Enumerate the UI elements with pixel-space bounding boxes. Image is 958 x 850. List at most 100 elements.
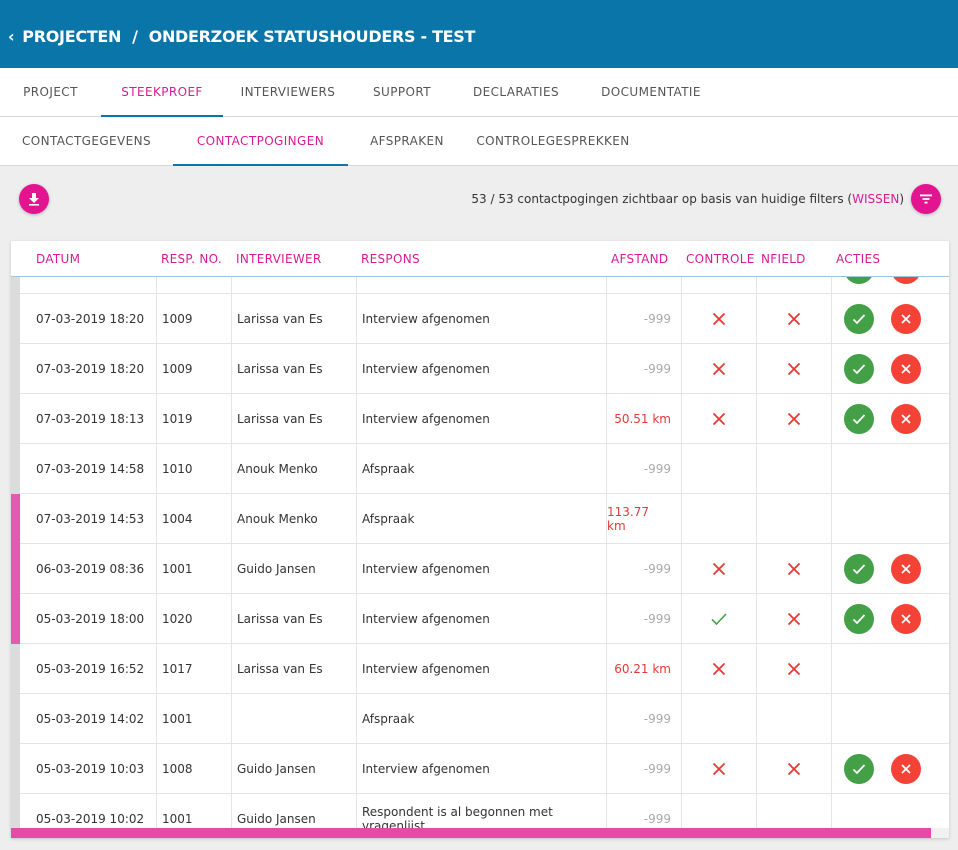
afstand-cell: -999 [606,794,681,828]
reject-button[interactable] [891,303,921,334]
resp-no-cell: 1008 [156,744,231,793]
column-header-interviewer[interactable]: INTERVIEWER [236,241,322,277]
afstand-cell: 60.21 km [606,644,681,693]
column-header-datum[interactable]: DATUM [36,241,80,277]
nfield-cell [756,794,831,828]
table-body[interactable]: 07-03-2019 18:20 1009 Larissa van Es Interv… [11,277,949,828]
resp-no-cell: 1004 [156,494,231,543]
afstand-cell: 50.51 km [606,394,681,443]
tab-declaraties[interactable]: DECLARATIES [451,68,581,116]
approve-button[interactable] [844,403,874,434]
clear-filters-link[interactable]: WISSEN [852,192,899,206]
table-row[interactable]: 07-03-2019 14:58 1010 Anouk Menko Afspraak -… [11,444,949,494]
approve-button[interactable] [844,303,874,334]
interviewer-cell: Anouk Menko [231,444,356,493]
breadcrumb: ‹ PROJECTEN / ONDERZOEK STATUSHOUDERS - … [8,24,475,48]
filter-button[interactable] [911,184,941,214]
column-header-nfield[interactable]: NFIELD [761,241,806,277]
actions-cell [831,794,949,828]
controle-cell [681,794,756,828]
table-row[interactable]: 05-03-2019 10:03 1008 Guido Jansen Intervie… [11,744,949,794]
reject-button[interactable] [891,403,921,434]
table-row[interactable]: 05-03-2019 16:52 1017 Larissa van Es Interv… [11,644,949,694]
interviewer-cell: Guido Jansen [231,794,356,828]
respons-cell: Interview afgenomen [356,594,606,643]
column-header-afstand[interactable]: AFSTAND [611,241,668,277]
nfield-cell [756,344,831,393]
approve-button[interactable] [844,553,874,584]
interviewer-cell [231,694,356,743]
close-icon [901,413,911,424]
subtab-afspraken[interactable]: AFSPRAKEN [348,117,466,165]
breadcrumb-projects-link[interactable]: PROJECTEN [22,27,121,46]
subtab-contactpogingen[interactable]: CONTACTPOGINGEN [173,117,348,166]
approve-button[interactable] [844,603,874,634]
afstand-cell: 113.77 km [606,494,681,543]
table-row[interactable]: 07-03-2019 18:20 1009 Larissa van Es Interv… [11,344,949,394]
respons-cell: Afspraak [356,694,606,743]
controle-cell [681,544,756,593]
tab-interviewers[interactable]: INTERVIEWERS [223,68,353,116]
column-header-resp-no[interactable]: RESP. NO. [161,241,222,277]
controle-fail-icon [712,662,726,675]
primary-tab-bar: PROJECT STEEKPROEF INTERVIEWERS SUPPORT DECL… [0,68,958,117]
tab-project[interactable]: PROJECT [0,68,101,116]
resp-no-cell: 1001 [156,694,231,743]
horizontal-scrollbar[interactable] [11,828,949,838]
controle-cell [681,694,756,743]
controle-cell [681,294,756,343]
actions-cell [831,544,949,593]
table-row[interactable]: 05-03-2019 14:02 1001 Afspraak -999 [11,694,949,744]
datum-cell: 05-03-2019 14:02 [36,711,145,726]
check-icon [852,363,866,374]
reject-button[interactable] [891,353,921,384]
respons-cell: Interview afgenomen [356,744,606,793]
interviewer-cell: Guido Jansen [231,544,356,593]
table-row[interactable]: 07-03-2019 18:20 1009 Larissa van Es Interv… [11,294,949,344]
approve-button[interactable] [844,277,874,284]
reject-button[interactable] [891,603,921,634]
subtab-contactgegevens[interactable]: CONTACTGEGEVENS [0,117,173,165]
download-button[interactable] [19,184,49,214]
nfield-fail-icon [787,412,801,425]
column-header-respons[interactable]: RESPONS [361,241,420,277]
table-row[interactable]: 05-03-2019 10:02 1001 Guido Jansen Responde… [11,794,949,828]
resp-no-cell: 1020 [156,594,231,643]
respons-cell: Interview afgenomen [356,544,606,593]
interviewer-cell: Guido Jansen [231,744,356,793]
nfield-cell [756,744,831,793]
column-header-controle[interactable]: CONTROLE [686,241,755,277]
table-header: DATUM RESP. NO. INTERVIEWER RESPONS AFST… [11,241,949,277]
check-icon [852,563,866,574]
table-row[interactable] [11,277,949,294]
controle-fail-icon [712,562,726,575]
afstand-cell [606,277,681,293]
close-icon [901,763,911,774]
tab-steekproef[interactable]: STEEKPROEF [101,68,223,117]
interviewer-cell: Larissa van Es [231,644,356,693]
approve-button[interactable] [844,353,874,384]
reject-button[interactable] [891,277,921,284]
table-row[interactable]: 07-03-2019 14:53 1004 Anouk Menko Afspraak 1… [11,494,949,544]
datum-cell: 05-03-2019 10:02 [36,811,145,826]
actions-cell [831,277,949,293]
approve-button[interactable] [844,753,874,784]
interviewer-cell: Anouk Menko [231,494,356,543]
table-row[interactable]: 06-03-2019 08:36 1001 Guido Jansen Intervie… [11,544,949,594]
interviewer-cell: Larissa van Es [231,294,356,343]
back-chevron-icon[interactable]: ‹ [8,27,15,46]
horizontal-scrollbar-thumb[interactable] [11,828,931,838]
reject-button[interactable] [891,753,921,784]
afstand-cell: -999 [606,594,681,643]
reject-button[interactable] [891,553,921,584]
respons-cell: Respondent is al begonnen met vragenlijs… [356,794,606,828]
table-row[interactable]: 07-03-2019 18:13 1019 Larissa van Es Interv… [11,394,949,444]
controle-fail-icon [712,762,726,775]
table-row[interactable]: 05-03-2019 18:00 1020 Larissa van Es Interv… [11,594,949,644]
tab-support[interactable]: SUPPORT [353,68,451,116]
tab-documentatie[interactable]: DOCUMENTATIE [581,68,721,116]
subtab-controlegesprekken[interactable]: CONTROLEGESPREKKEN [466,117,640,165]
nfield-fail-icon [787,762,801,775]
column-header-acties: ACTIES [836,252,881,266]
actions-cell [831,494,949,543]
